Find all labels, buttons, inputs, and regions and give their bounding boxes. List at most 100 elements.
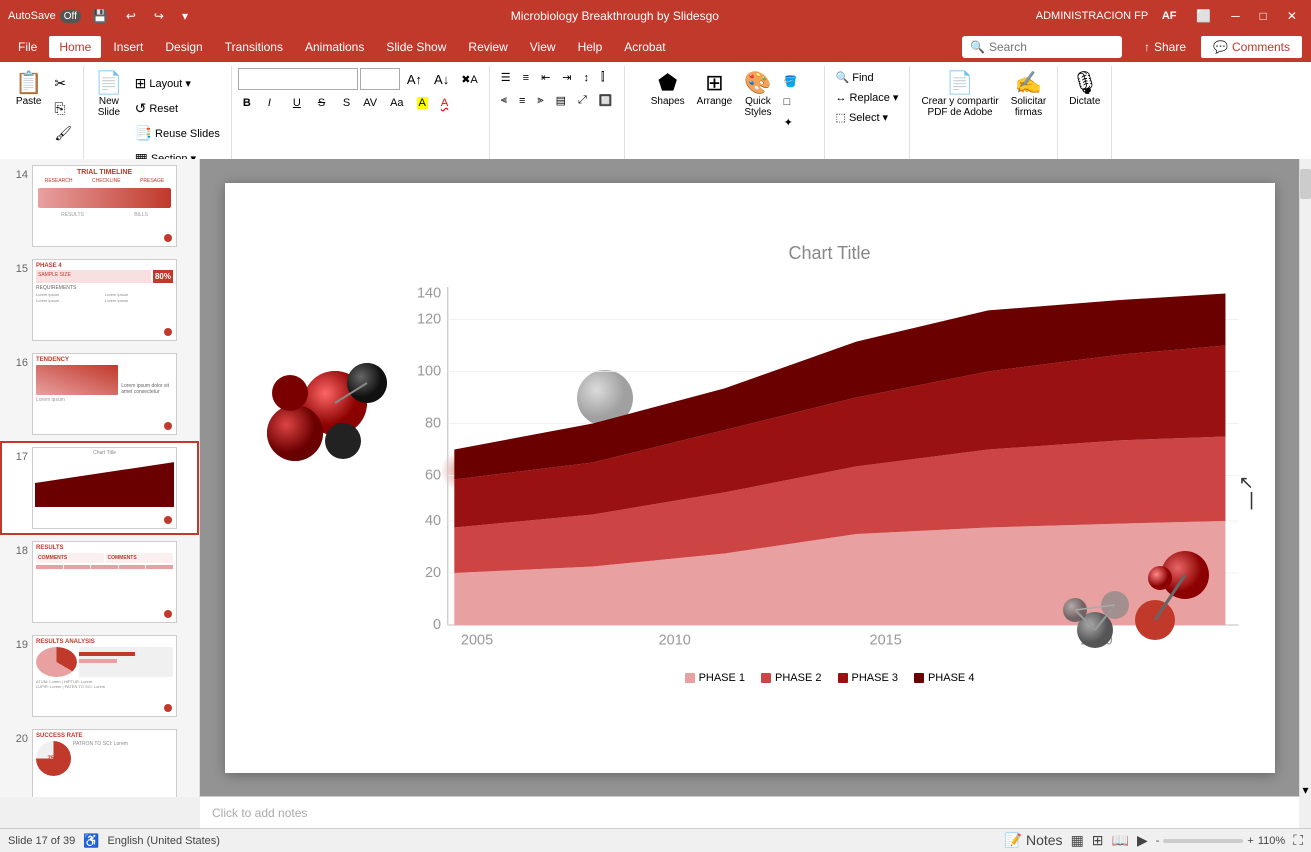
underline-button[interactable]: U bbox=[288, 94, 310, 112]
user-avatar[interactable]: AF bbox=[1156, 3, 1182, 29]
menu-insert[interactable]: Insert bbox=[103, 36, 153, 58]
align-right-button[interactable]: ⫸ bbox=[532, 91, 548, 110]
normal-view-button[interactable]: ▦ bbox=[1071, 832, 1084, 849]
customize-button[interactable]: ▾ bbox=[176, 7, 194, 25]
slide-canvas[interactable]: Chart Title 0 20 bbox=[225, 183, 1275, 773]
text-direction-button[interactable]: ⤢ bbox=[573, 91, 592, 110]
close-button[interactable]: ✕ bbox=[1281, 7, 1303, 25]
autosave-toggle[interactable]: Off bbox=[60, 10, 81, 23]
char-spacing-button[interactable]: AV bbox=[358, 94, 382, 112]
increase-indent-button[interactable]: ⇥ bbox=[557, 68, 576, 87]
paste-button[interactable]: 📋 Paste bbox=[10, 68, 47, 124]
line-spacing-button[interactable]: ↕ bbox=[579, 68, 595, 87]
replace-label: Replace bbox=[850, 92, 890, 104]
cut-button[interactable]: ✂ bbox=[49, 72, 77, 95]
slide-thumb-17[interactable]: 17 Chart Title bbox=[0, 441, 199, 535]
reading-view-button[interactable]: 📖 bbox=[1112, 832, 1129, 849]
quick-styles-button[interactable]: 🎨 Quick Styles bbox=[739, 68, 776, 124]
decrease-indent-button[interactable]: ⇤ bbox=[536, 68, 555, 87]
comments-button[interactable]: 💬 Comments bbox=[1200, 35, 1303, 59]
align-left-button[interactable]: ⫷ bbox=[496, 91, 512, 110]
shape-outline-button[interactable]: □ bbox=[779, 93, 803, 111]
new-slide-button[interactable]: 📄 New Slide bbox=[90, 68, 127, 124]
undo-button[interactable]: ↩ bbox=[120, 7, 142, 25]
change-case-button[interactable]: Aa bbox=[385, 94, 408, 112]
align-center-button[interactable]: ≡ bbox=[514, 91, 530, 110]
slide-thumb-18[interactable]: 18 RESULTS COMMENTS COMMENTS bbox=[0, 535, 199, 629]
bold-button[interactable]: B bbox=[238, 94, 260, 112]
italic-button[interactable]: I bbox=[263, 94, 285, 112]
solicitar-button[interactable]: ✍ Solicitar firmas bbox=[1006, 68, 1052, 124]
share-button[interactable]: ↑ Share bbox=[1132, 36, 1198, 58]
right-scrollbar[interactable]: ▾ bbox=[1299, 159, 1311, 797]
slide-thumb-14[interactable]: 14 TRIAL TIMELINE RESEARCH CHECKLINE PRE… bbox=[0, 159, 199, 253]
minimize-button[interactable]: ─ bbox=[1225, 7, 1246, 25]
svg-text:20: 20 bbox=[425, 565, 441, 581]
shape-fill-button[interactable]: 🪣 bbox=[779, 72, 803, 91]
clear-format-button[interactable]: ✖A bbox=[456, 70, 483, 89]
scroll-thumb[interactable] bbox=[1300, 169, 1311, 199]
slide-show-button[interactable]: ▶ bbox=[1137, 832, 1148, 849]
zoom-slider[interactable] bbox=[1163, 839, 1243, 843]
menu-slide-show[interactable]: Slide Show bbox=[376, 36, 456, 58]
redo-button[interactable]: ↪ bbox=[148, 7, 170, 25]
decrease-font-button[interactable]: A↓ bbox=[429, 69, 454, 90]
replace-icon: ↔ bbox=[836, 92, 847, 104]
menu-file[interactable]: File bbox=[8, 36, 47, 58]
zoom-in-button[interactable]: + bbox=[1247, 835, 1253, 847]
justify-button[interactable]: ▤ bbox=[551, 91, 571, 110]
slide-thumb-19[interactable]: 19 RESULTS ANALYSIS ATUM: Lorem | HIPTUR… bbox=[0, 629, 199, 723]
slide-thumb-20[interactable]: 20 SUCCESS RATE 75% PATRON TO SCI: Lorem bbox=[0, 723, 199, 797]
shape-effects-button[interactable]: ✦ bbox=[779, 113, 803, 132]
increase-indent-icon: ⇥ bbox=[562, 71, 571, 84]
dictate-button[interactable]: 🎙 Dictate bbox=[1064, 68, 1105, 124]
strikethrough-button[interactable]: S bbox=[313, 94, 335, 112]
search-input[interactable] bbox=[989, 40, 1099, 54]
copy-icon: ⎘ bbox=[54, 100, 65, 117]
zoom-out-button[interactable]: - bbox=[1156, 835, 1160, 847]
find-button[interactable]: 🔍 Find bbox=[831, 68, 904, 87]
increase-font-button[interactable]: A↑ bbox=[402, 69, 427, 90]
slide-sorter-button[interactable]: ⊞ bbox=[1092, 832, 1104, 849]
save-button[interactable]: 💾 bbox=[87, 7, 114, 25]
menu-animations[interactable]: Animations bbox=[295, 36, 374, 58]
font-size-input[interactable]: 10 bbox=[360, 68, 400, 90]
bullets-button[interactable]: ☰ bbox=[496, 68, 516, 87]
fit-window-button[interactable]: ⛶ bbox=[1293, 832, 1303, 849]
notes-area[interactable]: Click to add notes bbox=[200, 796, 1299, 828]
numbering-button[interactable]: ≡ bbox=[518, 68, 534, 87]
menu-transitions[interactable]: Transitions bbox=[215, 36, 293, 58]
menu-home[interactable]: Home bbox=[49, 36, 101, 58]
columns-button[interactable]: ⫿ bbox=[596, 68, 610, 87]
svg-text:2010: 2010 bbox=[658, 633, 690, 649]
font-color-button[interactable]: A bbox=[436, 94, 453, 112]
slide-thumb-15[interactable]: 15 PHASE 4 SAMPLE SIZE 80% REQUIREMENTS … bbox=[0, 253, 199, 347]
menu-help[interactable]: Help bbox=[568, 36, 613, 58]
text-shadow-button[interactable]: S bbox=[338, 94, 355, 112]
notes-button[interactable]: 📝 Notes bbox=[1005, 832, 1063, 849]
scroll-down-button[interactable]: ▾ bbox=[1300, 783, 1311, 797]
reuse-slides-button[interactable]: 📑 Reuse Slides bbox=[130, 122, 225, 145]
status-left: Slide 17 of 39 ♿ English (United States) bbox=[8, 833, 220, 849]
arrange-button[interactable]: ⊞ Arrange bbox=[692, 68, 738, 124]
select-button[interactable]: ⬚ Select ▾ bbox=[831, 108, 904, 127]
main-slide-area: Chart Title 0 20 bbox=[200, 159, 1299, 797]
ribbon-display-button[interactable]: ⬜ bbox=[1190, 7, 1217, 25]
menu-view[interactable]: View bbox=[520, 36, 566, 58]
svg-text:40: 40 bbox=[425, 513, 441, 529]
reset-button[interactable]: ↺ Reset bbox=[130, 97, 225, 120]
menu-design[interactable]: Design bbox=[155, 36, 212, 58]
copy-button[interactable]: ⎘ bbox=[49, 97, 77, 120]
menu-review[interactable]: Review bbox=[458, 36, 517, 58]
font-name-input[interactable] bbox=[238, 68, 358, 90]
smart-art-button[interactable]: 🔲 bbox=[594, 91, 618, 110]
maximize-button[interactable]: □ bbox=[1254, 7, 1273, 25]
format-painter-button[interactable]: 🖌 bbox=[49, 122, 77, 145]
slide-thumb-16[interactable]: 16 TENDENCY Lorem ipsum dolor sit amet c… bbox=[0, 347, 199, 441]
menu-acrobat[interactable]: Acrobat bbox=[614, 36, 675, 58]
highlight-button[interactable]: A bbox=[412, 94, 433, 112]
replace-button[interactable]: ↔ Replace ▾ bbox=[831, 88, 904, 107]
create-pdf-button[interactable]: 📄 Crear y compartir PDF de Adobe bbox=[916, 68, 1003, 124]
layout-button[interactable]: ⊞ Layout ▾ bbox=[130, 72, 225, 95]
shapes-button[interactable]: ⬟ Shapes bbox=[646, 68, 690, 124]
